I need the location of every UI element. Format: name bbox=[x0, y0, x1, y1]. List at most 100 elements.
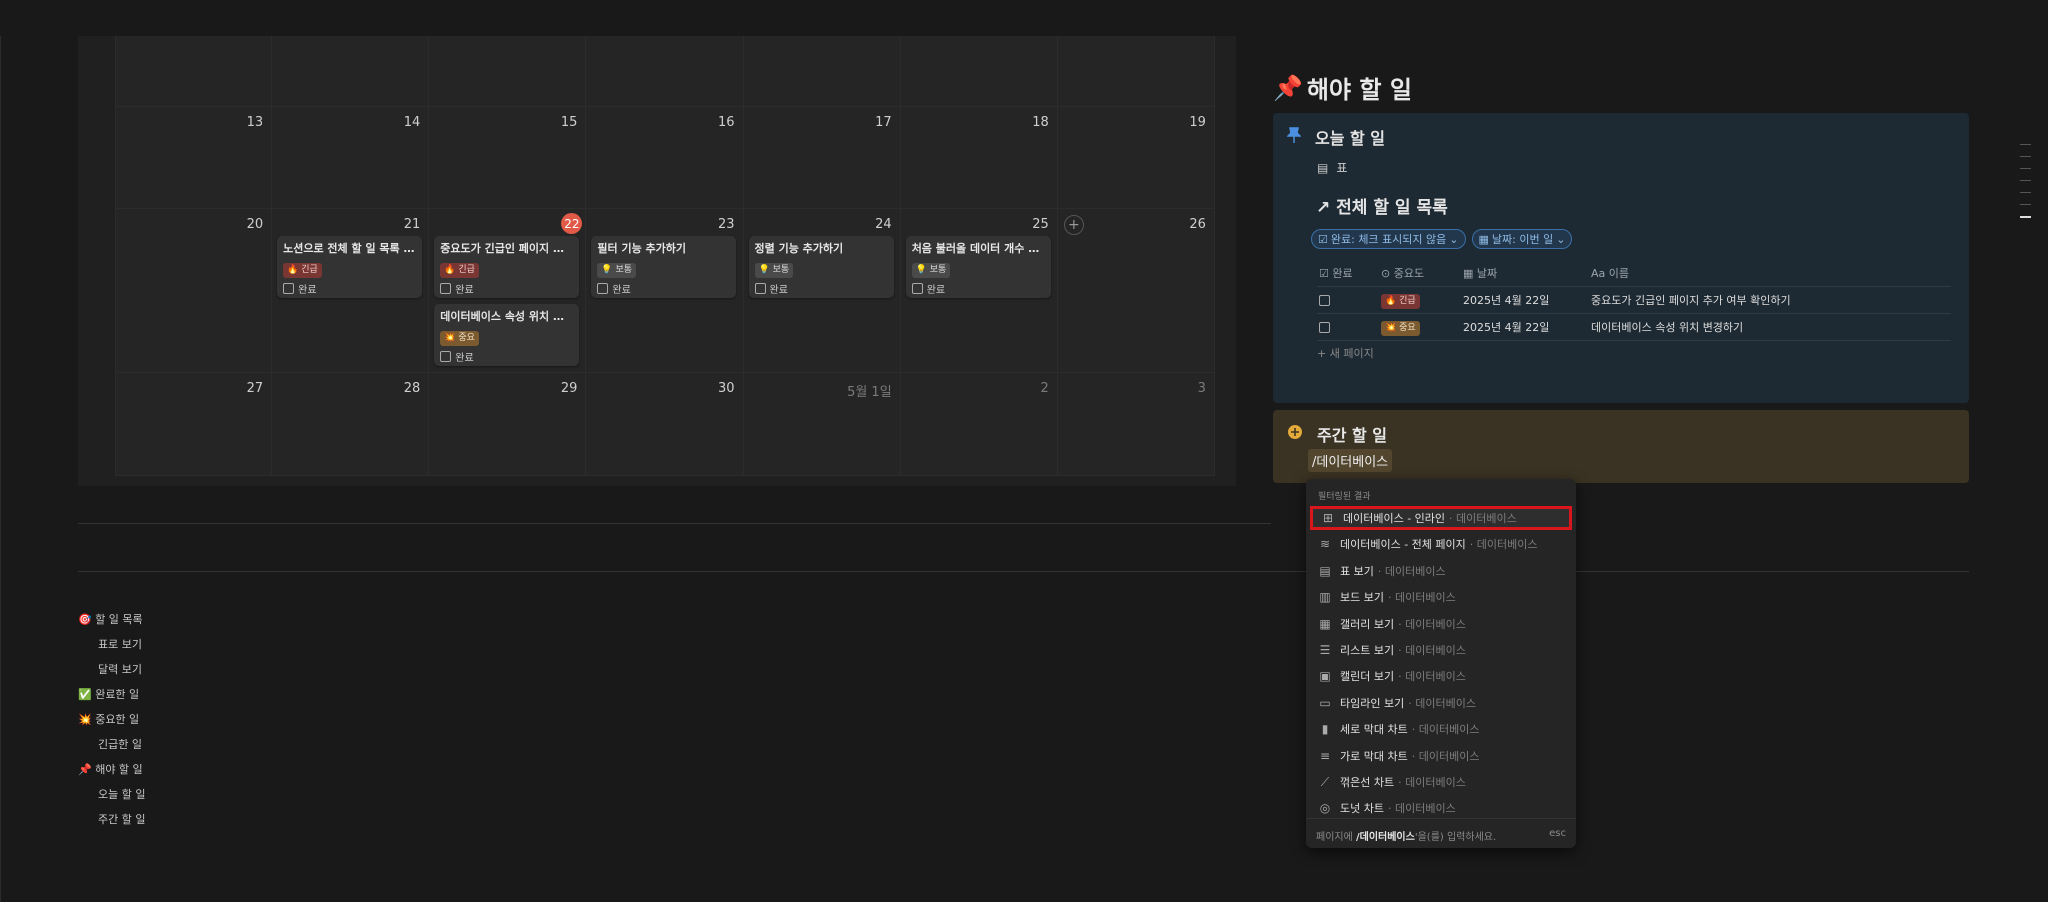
day-number: 23 bbox=[717, 217, 735, 232]
menu-item[interactable]: ▥ 보드 보기 · 데이터베이스 bbox=[1310, 585, 1572, 609]
calendar-day-cell[interactable]: 26 + bbox=[1057, 209, 1215, 373]
table-row[interactable]: 💥 중요 2025년 4월 22일 데이터베이스 속성 위치 변경하기 bbox=[1317, 314, 1951, 341]
day-number: 3 bbox=[1197, 381, 1206, 396]
page-outline: 🎯 할 일 목록 표로 보기 달력 보기 ✅ 완료한 일 💥 중요한 일 긴급한 일 📌 해… bbox=[78, 610, 145, 835]
priority-tag: 🔥 긴급 bbox=[283, 263, 322, 278]
calendar-day-cell[interactable] bbox=[1057, 36, 1215, 107]
filter-date[interactable]: ▦ 날짜: 이번 일 ⌄ bbox=[1471, 229, 1573, 249]
calendar-day-cell[interactable] bbox=[586, 36, 744, 107]
calendar-day-cell[interactable]: 18 bbox=[900, 107, 1058, 209]
calendar-day-cell[interactable]: 27 bbox=[115, 373, 273, 476]
divider bbox=[78, 571, 1969, 572]
menu-item[interactable]: ▮ 세로 막대 차트 · 데이터베이스 bbox=[1310, 717, 1572, 741]
menu-item-category: · 데이터베이스 bbox=[1449, 512, 1517, 525]
menu-item-category: · 데이터베이스 bbox=[1398, 670, 1466, 684]
outline-item[interactable]: 🎯 할 일 목록 bbox=[78, 610, 145, 635]
outline-item[interactable]: 💥 중요한 일 bbox=[78, 710, 145, 735]
calendar-day-cell[interactable] bbox=[900, 36, 1058, 107]
menu-item-label: 갤러리 보기 bbox=[1340, 617, 1395, 631]
done-property[interactable]: 완료 bbox=[440, 349, 573, 364]
name-cell[interactable]: 중요도가 긴급인 페이지 추가 여부 확인하기 bbox=[1591, 292, 1951, 308]
menu-item-category: · 데이터베이스 bbox=[1377, 564, 1446, 578]
calendar-event-card[interactable]: 처음 불러올 데이터 개수 지... 💡 보통 완료 bbox=[905, 236, 1051, 298]
menu-item-label: 타임라인 보기 bbox=[1340, 696, 1405, 710]
name-cell[interactable]: 데이터베이스 속성 위치 변경하기 bbox=[1591, 319, 1951, 335]
table-row[interactable]: 🔥 긴급 2025년 4월 22일 중요도가 긴급인 페이지 추가 여부 확인하… bbox=[1317, 287, 1951, 314]
done-checkbox[interactable] bbox=[1319, 321, 1330, 333]
filter-done[interactable]: ☑ 완료: 체크 표시되지 않음 ⌄ bbox=[1311, 229, 1466, 249]
calendar-day-cell[interactable] bbox=[115, 36, 273, 107]
menu-item[interactable]: ▭ 타임라인 보기 · 데이터베이스 bbox=[1310, 691, 1572, 715]
calendar-event-card[interactable]: 필터 기능 추가하기 💡 보통 완료 bbox=[591, 236, 737, 298]
calendar-day-cell[interactable] bbox=[272, 36, 430, 107]
calendar-day-cell[interactable]: 29 bbox=[429, 373, 587, 476]
priority-tag: 💡 보통 bbox=[754, 263, 794, 278]
done-property[interactable]: 완료 bbox=[911, 281, 1045, 296]
menu-item[interactable]: ⊞ 데이터베이스 - 인라인 · 데이터베이스 bbox=[1310, 506, 1572, 530]
day-number: 24 bbox=[875, 217, 892, 232]
menu-item[interactable]: ≡ 가로 막대 차트 · 데이터베이스 bbox=[1310, 744, 1572, 768]
done-property[interactable]: 완료 bbox=[440, 281, 573, 296]
done-checkbox[interactable] bbox=[1319, 294, 1330, 306]
calendar-day-cell[interactable] bbox=[429, 36, 587, 107]
weekly-heading[interactable]: 주간 할 일 bbox=[1317, 422, 1387, 446]
view-tab-table[interactable]: 표 bbox=[1336, 159, 1347, 176]
day-number: 16 bbox=[717, 115, 735, 130]
outline-item[interactable]: 표로 보기 bbox=[78, 635, 145, 660]
column-header-priority[interactable]: ⊙ 중요도 bbox=[1381, 265, 1463, 281]
slash-command-input[interactable]: /데이터베이스 bbox=[1308, 449, 1393, 472]
calendar-day-cell[interactable]: 30 bbox=[586, 373, 744, 476]
chevron-down-icon: ⌄ bbox=[1556, 232, 1566, 246]
done-property[interactable]: 완료 bbox=[754, 281, 888, 296]
today-heading[interactable]: 오늘 할 일 bbox=[1315, 125, 1385, 149]
menu-item[interactable]: ▦ 갤러리 보기 · 데이터베이스 bbox=[1310, 612, 1572, 636]
calendar-day-cell[interactable]: 28 bbox=[272, 373, 430, 476]
menu-item-category: · 데이터베이스 bbox=[1398, 644, 1466, 657]
outline-item[interactable]: ✅ 완료한 일 bbox=[78, 685, 145, 710]
outline-item[interactable]: 📌 해야 할 일 bbox=[78, 760, 145, 785]
esc-hint[interactable]: esc bbox=[1549, 828, 1566, 839]
priority-tag: 💡 보통 bbox=[597, 263, 637, 278]
new-page-button[interactable]: + 새 페이지 bbox=[1317, 345, 1374, 361]
menu-item[interactable]: ◎ 도넛 차트 · 데이터베이스 bbox=[1310, 796, 1572, 820]
priority-tag: 💥 중요 bbox=[440, 331, 479, 346]
menu-item-icon: ▥ bbox=[1319, 590, 1331, 605]
done-property[interactable]: 완료 bbox=[283, 281, 416, 296]
menu-item[interactable]: ▤ 표 보기 · 데이터베이스 bbox=[1310, 559, 1572, 583]
calendar-day-cell[interactable] bbox=[743, 36, 901, 107]
database-title[interactable]: ↗ 전체 할 일 목록 bbox=[1316, 193, 1448, 218]
calendar-event-card[interactable]: 중요도가 긴급인 페이지 추... 🔥 긴급 완료 bbox=[434, 236, 580, 298]
calendar-event-card[interactable]: 정렬 기능 추가하기 💡 보통 완료 bbox=[748, 236, 894, 298]
calendar-day-cell[interactable]: 2 bbox=[900, 373, 1058, 476]
event-title: 데이터베이스 속성 위치 변... bbox=[440, 310, 574, 323]
outline-item[interactable]: 긴급한 일 bbox=[78, 735, 145, 760]
calendar-day-cell[interactable]: 13 bbox=[115, 107, 273, 209]
outline-item[interactable]: 달력 보기 bbox=[78, 660, 145, 685]
menu-item[interactable]: ☰ 리스트 보기 · 데이터베이스 bbox=[1310, 638, 1572, 662]
calendar-day-cell[interactable]: 14 bbox=[272, 107, 430, 209]
done-property[interactable]: 완료 bbox=[597, 281, 730, 296]
menu-item[interactable]: ▣ 캘린더 보기 · 데이터베이스 bbox=[1310, 664, 1572, 688]
calendar-day-cell[interactable]: 5월 1일 bbox=[743, 373, 901, 476]
calendar-day-cell[interactable]: 17 bbox=[743, 107, 901, 209]
column-header-done[interactable]: ☑ 완료 bbox=[1317, 265, 1381, 281]
add-event-button[interactable]: + bbox=[1063, 215, 1084, 235]
calendar-event-card[interactable]: 노션으로 전체 할 일 목록 만... 🔥 긴급 완료 bbox=[277, 236, 423, 298]
calendar-day-cell[interactable]: 19 bbox=[1057, 107, 1215, 209]
calendar-day-cell[interactable]: 15 bbox=[429, 107, 587, 209]
menu-item[interactable]: ≋ 데이터베이스 - 전체 페이지 · 데이터베이스 bbox=[1310, 532, 1572, 556]
calendar-day-cell[interactable]: 16 bbox=[586, 107, 744, 209]
column-header-date[interactable]: ▦ 날짜 bbox=[1463, 265, 1591, 281]
outline-item[interactable]: 주간 할 일 bbox=[78, 810, 145, 835]
outline-item[interactable]: 오늘 할 일 bbox=[78, 785, 145, 810]
column-header-name[interactable]: Aa 이름 bbox=[1591, 265, 1951, 281]
calendar-event-card[interactable]: 데이터베이스 속성 위치 변... 💥 중요완료 bbox=[434, 304, 580, 366]
day-number: 14 bbox=[403, 115, 421, 130]
calendar-day-cell[interactable]: 20 bbox=[115, 209, 273, 373]
calendar-day-cell[interactable]: 3 bbox=[1057, 373, 1215, 476]
menu-item-icon: ◎ bbox=[1319, 801, 1331, 816]
menu-footer: 페이지에 /데이터베이스'을(를) 입력하세요. esc bbox=[1306, 818, 1576, 848]
menu-item[interactable]: ⟋ 꺾은선 차트 · 데이터베이스 bbox=[1310, 770, 1572, 794]
page-minimap[interactable] bbox=[2020, 144, 2031, 229]
menu-item-label: 리스트 보기 bbox=[1340, 644, 1395, 657]
